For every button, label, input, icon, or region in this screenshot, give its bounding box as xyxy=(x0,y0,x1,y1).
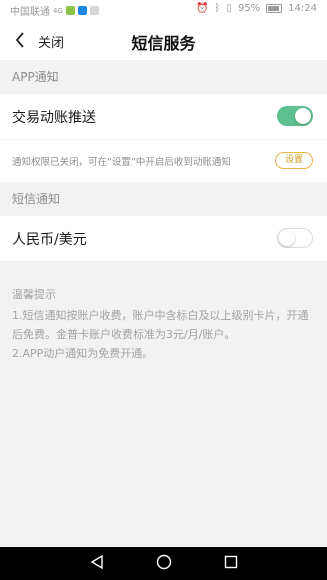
tips-line-1: 1.短信通知按账户收费，账户中含标白及以上级别卡片，开通后免费。金普卡账户收费标… xyxy=(12,309,309,341)
alarm-icon: ⏰ xyxy=(195,3,209,14)
push-label: 交易动账推送 xyxy=(12,109,96,126)
app-section-header: APP通知 xyxy=(12,70,59,84)
toggle-knob xyxy=(279,230,295,246)
tips-block: 温馨提示 1.短信通知按账户收费，账户中含标白及以上级别卡片，开通后免费。金普卡… xyxy=(0,261,327,363)
push-row: 交易动账推送 xyxy=(0,94,327,139)
battery-percent: 95% xyxy=(237,3,261,14)
home-circle-icon[interactable] xyxy=(156,554,172,574)
system-nav-bar xyxy=(0,547,327,580)
back-chevron-icon[interactable] xyxy=(10,30,30,50)
back-triangle-icon[interactable] xyxy=(90,554,104,573)
recents-square-icon[interactable] xyxy=(224,554,238,573)
permission-hint-row: 通知权限已关闭，可在“设置”中开启后收到动账通知 设置 xyxy=(0,139,327,182)
wechat-notification-icon xyxy=(65,6,75,15)
tips-title: 温馨提示 xyxy=(12,288,56,301)
settings-button[interactable]: 设置 xyxy=(274,152,313,169)
battery-icon xyxy=(266,4,283,13)
vibrate-icon: ▯ xyxy=(226,3,232,14)
permission-hint: 通知权限已关闭，可在“设置”中开启后收到动账通知 xyxy=(12,157,231,168)
clock: 14:24 xyxy=(288,3,317,14)
nav-bar: 关闭 短信服务 xyxy=(0,20,327,60)
carrier-group: 中国联通 4G xyxy=(10,3,99,18)
toggle-knob xyxy=(295,108,311,124)
app-notification-icon-2 xyxy=(89,6,99,15)
sms-section-header: 短信通知 xyxy=(12,192,61,206)
carrier-name: 中国联通 xyxy=(10,7,50,18)
app-notification-icon xyxy=(77,6,87,15)
rmb-usd-label: 人民币/美元 xyxy=(12,231,87,248)
push-toggle[interactable] xyxy=(277,106,313,126)
tips-line-2: 2.APP动户通知为免费开通。 xyxy=(12,347,154,360)
status-right: ⏰ ᛒ ▯ 95% 14:24 xyxy=(196,3,317,14)
signal-label: 4G xyxy=(53,6,63,15)
bluetooth-icon: ᛒ xyxy=(214,3,221,14)
rmb-usd-toggle[interactable] xyxy=(277,228,313,248)
close-button[interactable]: 关闭 xyxy=(38,32,64,51)
rmb-usd-row: 人民币/美元 xyxy=(0,216,327,261)
status-bar: 中国联通 4G ⏰ ᛒ ▯ 95% 14:24 xyxy=(0,0,327,20)
